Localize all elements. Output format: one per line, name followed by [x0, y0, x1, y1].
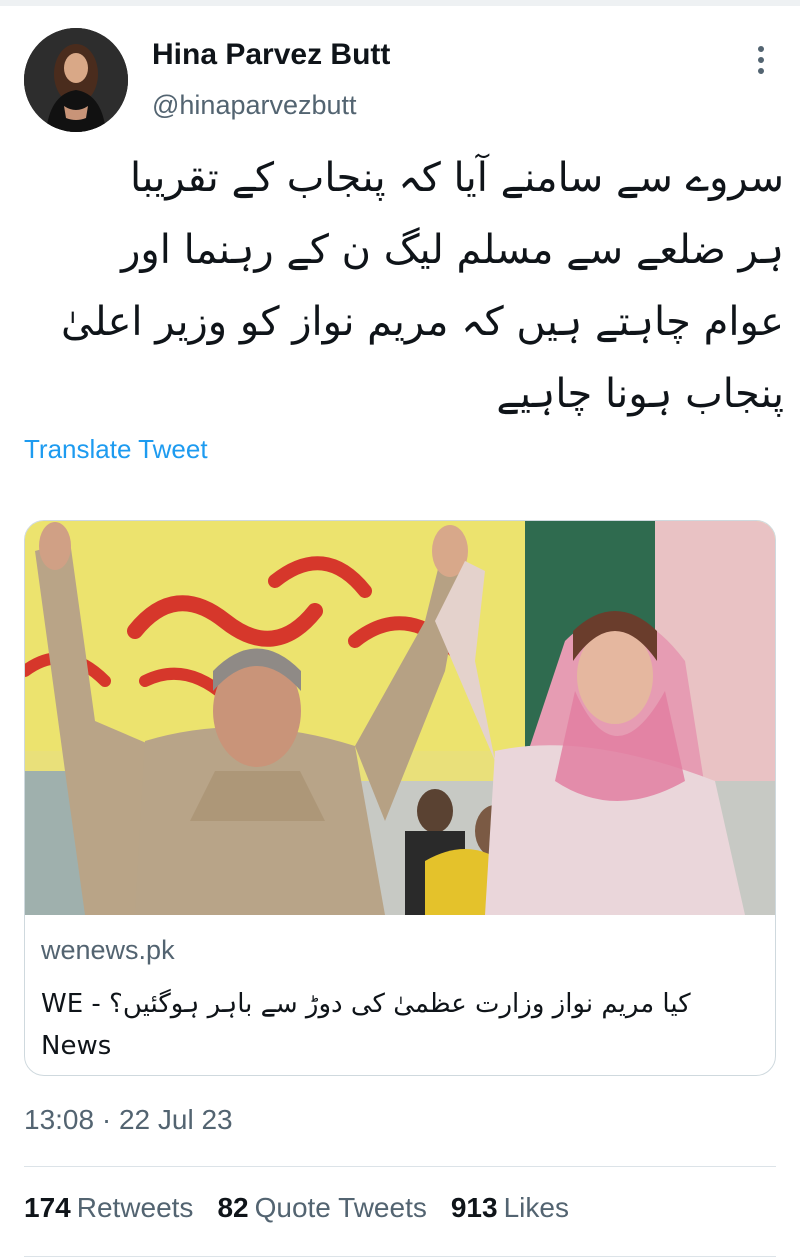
retweets-label: Retweets [76, 1192, 194, 1223]
link-domain: wenews.pk [41, 935, 175, 965]
tweet-text: سروے سے سامنے آیا کہ پنجاب کے تقریبا ہر … [60, 155, 784, 417]
retweets-count: 174 [24, 1192, 71, 1223]
link-preview-card[interactable]: wenews.pk کیا مریم نواز وزارت عظمیٰ کی د… [24, 520, 776, 1076]
likes-label: Likes [503, 1192, 569, 1223]
tweet-timestamp[interactable]: 13:08 · 22 Jul 23 [24, 1104, 233, 1136]
stats-top-divider [24, 1166, 776, 1167]
likes-stat[interactable]: 913 Likes [451, 1192, 569, 1224]
top-separator [0, 0, 800, 6]
link-title: کیا مریم نواز وزارت عظمیٰ کی دوڑ سے باہر… [41, 989, 691, 1061]
author-name[interactable]: Hina Parvez Butt [152, 38, 390, 72]
quote-tweets-stat[interactable]: 82 Quote Tweets [217, 1192, 426, 1224]
link-preview-image [25, 521, 775, 915]
more-options-button[interactable] [744, 42, 778, 78]
translate-tweet-link[interactable]: Translate Tweet [24, 434, 208, 465]
quote-tweets-count: 82 [217, 1192, 249, 1223]
retweets-stat[interactable]: 174 Retweets [24, 1192, 193, 1224]
engagement-stats: 174 Retweets 82 Quote Tweets 913 Likes [24, 1192, 569, 1224]
likes-count: 913 [450, 1192, 498, 1223]
author-handle[interactable]: @hinaparvezbutt [152, 90, 357, 121]
author-avatar[interactable] [24, 28, 128, 132]
quote-tweets-label: Quote Tweets [254, 1192, 427, 1223]
avatar-photo [24, 28, 128, 132]
stats-bottom-divider [24, 1256, 776, 1257]
more-dots-icon [758, 46, 764, 74]
